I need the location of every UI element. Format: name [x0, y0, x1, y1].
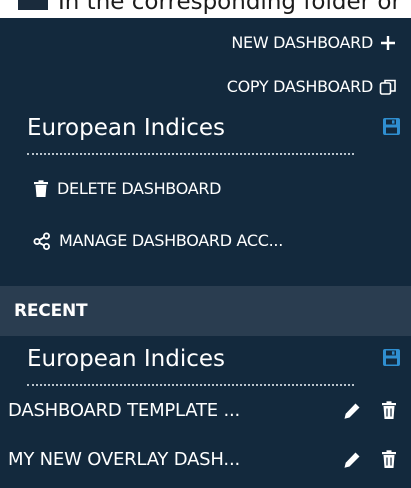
delete-dashboard-label: DELETE DASHBOARD: [57, 179, 222, 198]
background-accent: [18, 0, 48, 10]
dashboard-name-field[interactable]: European Indices: [27, 115, 401, 155]
save-icon[interactable]: [382, 117, 401, 140]
pencil-icon[interactable]: [343, 451, 361, 473]
recent-header-label: RECENT: [14, 301, 88, 321]
recent-section-header: RECENT: [0, 286, 411, 336]
recent-dashboard-label[interactable]: DASHBOARD TEMPLATE ...: [8, 400, 240, 421]
recent-current-name[interactable]: European Indices: [27, 346, 225, 372]
recent-dashboard-item[interactable]: DASHBOARD TEMPLATE ...: [0, 394, 411, 434]
dashboard-name-text[interactable]: European Indices: [27, 115, 225, 141]
save-icon[interactable]: [382, 348, 401, 371]
dashboard-menu-panel: NEW DASHBOARD COPY DASHBOARD European In…: [0, 18, 411, 488]
manage-dashboard-access-label: MANAGE DASHBOARD ACC...: [59, 231, 283, 250]
copy-dashboard-label: COPY DASHBOARD: [226, 77, 374, 96]
recent-dashboard-label[interactable]: MY NEW OVERLAY DASH...: [8, 449, 240, 470]
trash-icon[interactable]: [381, 450, 397, 473]
share-icon: [33, 232, 51, 250]
plus-icon: [379, 34, 397, 52]
background-page-text: In the corresponding folder or: [58, 0, 401, 15]
copy-dashboard-button[interactable]: COPY DASHBOARD: [227, 77, 397, 96]
new-dashboard-button[interactable]: NEW DASHBOARD: [231, 33, 397, 52]
pencil-icon[interactable]: [343, 402, 361, 424]
manage-dashboard-access-button[interactable]: MANAGE DASHBOARD ACC...: [33, 231, 283, 250]
delete-dashboard-button[interactable]: DELETE DASHBOARD: [33, 179, 221, 198]
background-page-strip: In the corresponding folder or: [0, 0, 411, 18]
new-dashboard-label: NEW DASHBOARD: [231, 33, 373, 52]
copy-icon: [379, 78, 397, 96]
recent-dashboard-item[interactable]: MY NEW OVERLAY DASH...: [0, 443, 411, 483]
recent-current-underline: [27, 384, 354, 386]
dashboard-name-underline: [27, 153, 354, 155]
recent-current-dashboard[interactable]: European Indices: [27, 346, 401, 386]
trash-icon[interactable]: [381, 401, 397, 424]
trash-icon: [33, 179, 49, 198]
